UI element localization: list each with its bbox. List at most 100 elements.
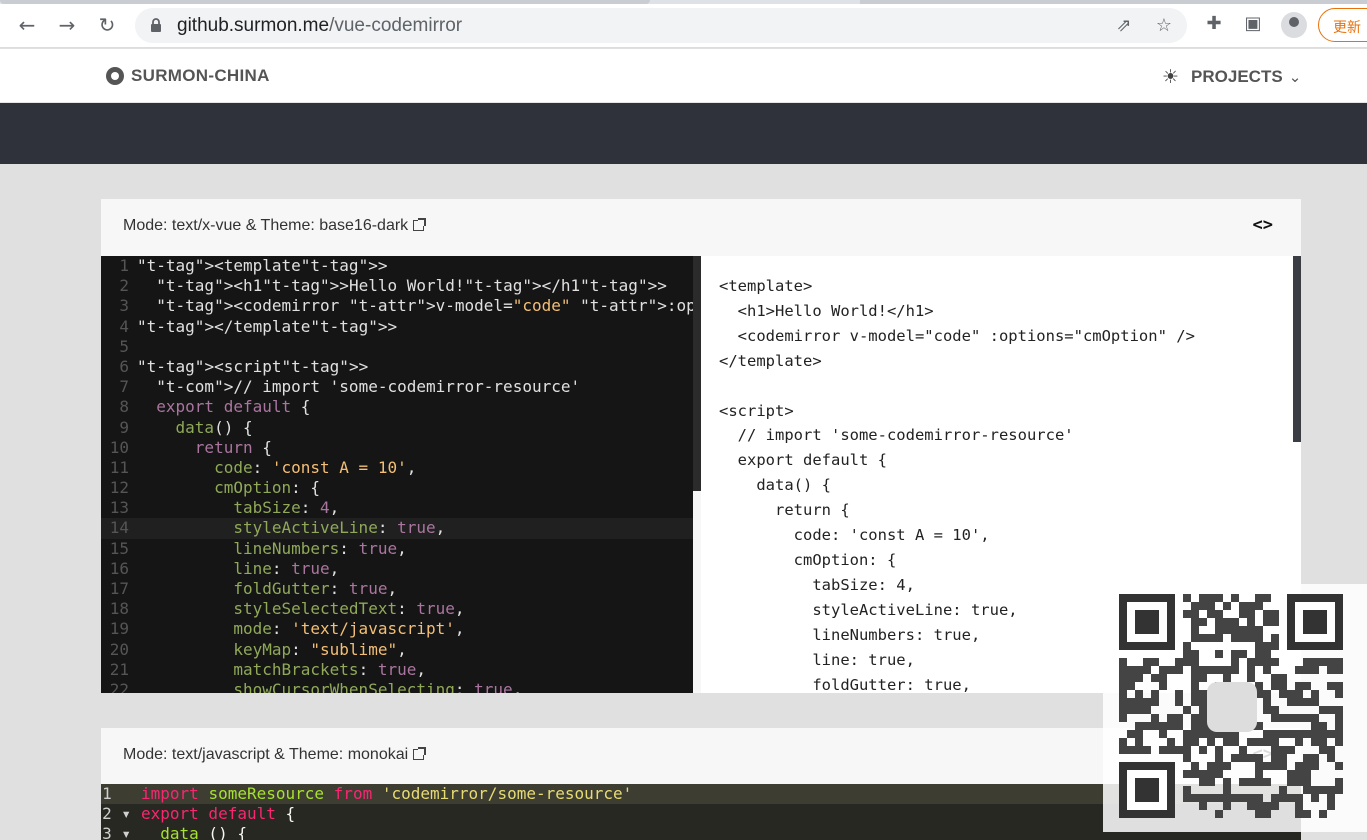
line-number: 21 [109,659,129,679]
line-number: 22 [109,679,129,693]
code-line[interactable]: 7 "t-com">// import 'some-codemirror-res… [101,377,693,397]
code-line[interactable]: 14 styleActiveLine: true, [101,518,693,539]
sidepanel-icon[interactable]: ▣ [1241,12,1265,36]
line-number: 7 [119,377,129,397]
line-number: 4 [119,316,129,336]
github-icon [106,67,124,85]
line-text: mode: 'text/javascript', [233,619,465,639]
code-line[interactable]: 19 mode: 'text/javascript', [101,619,693,639]
code-line[interactable]: 15 lineNumbers: true, [101,539,693,559]
address-bar[interactable]: github.surmon.me/vue-codemirror ⇗ ☆ [135,8,1187,43]
brand-label: SURMON-CHINA [131,66,270,85]
code-line[interactable]: 18 styleSelectedText: true, [101,599,693,619]
line-number: 15 [109,538,129,558]
tab[interactable] [0,0,650,4]
browser-toolbar: ← → ↻ github.surmon.me/vue-codemirror ⇗ … [0,0,1367,48]
code-line[interactable]: 17 foldGutter: true, [101,579,693,599]
line-number: 2 [119,276,129,296]
lock-icon [151,18,161,32]
qr-code-image [1119,594,1343,818]
line-number: 5 [119,336,129,356]
external-link-icon[interactable] [413,747,427,760]
line-text: showCursorWhenSelecting: true, [233,679,523,693]
code-line[interactable]: 2 "t-tag"><h1"t-tag">>Hello World!"t-tag… [101,276,693,296]
code-line[interactable]: 20 keyMap: "sublime", [101,640,693,660]
brand-link[interactable]: SURMON-CHINA [106,66,270,86]
line-number: 1 [102,784,131,803]
line-text: line: true, [233,558,340,578]
line-text: styleActiveLine: true, [233,518,446,538]
site-header: SURMON-CHINA ☀ PROJECTS ⌄ [0,49,1367,103]
url-text: github.surmon.me/vue-codemirror [177,15,463,36]
scrollbar[interactable] [1293,256,1301,442]
line-text: foldGutter: true, [233,579,398,598]
projects-label: PROJECTS [1191,67,1283,86]
code-line[interactable]: 21 matchBrackets: true, [101,660,693,680]
code-line[interactable]: 9 data() { [101,418,693,438]
share-icon[interactable]: ⇗ [1113,15,1135,37]
line-text: export default { [141,804,296,823]
code-line[interactable]: 4 "t-tag"></template"t-tag">> [101,317,693,337]
line-number: 8 [119,397,129,417]
extensions-icon[interactable]: ✚ [1202,12,1226,36]
line-number: 3 [119,296,129,316]
chevron-down-icon: ⌄ [1288,68,1302,86]
profile-icon[interactable] [1281,12,1307,38]
code-line[interactable]: 10 return { [101,438,693,458]
line-number: 1 [119,256,129,275]
line-text: import someResource from 'codemirror/som… [141,784,633,803]
code-line[interactable]: 1 "t-tag"><template"t-tag">> [101,256,693,276]
line-text: code: 'const A = 10', [214,457,417,477]
code-line[interactable]: 12 cmOption: { [101,478,693,498]
line-text: return { [194,437,272,457]
tab[interactable] [860,0,1367,4]
line-number: 20 [109,639,129,659]
line-number: 17 [109,579,129,598]
code-line[interactable]: 16 line: true, [101,559,693,579]
card-title: Mode: text/x-vue & Theme: base16-dark [123,217,409,234]
star-icon[interactable]: ☆ [1153,15,1175,37]
update-button[interactable]: 更新 [1318,8,1367,42]
code-line[interactable]: 8 export default { [101,397,693,417]
line-text: tabSize: 4, [233,498,340,518]
line-text: "t-tag"><codemirror "t-attr">v-model="co… [156,296,693,316]
line-number: 9 [119,417,129,437]
line-text: keyMap: "sublime", [233,639,407,659]
sun-icon[interactable]: ☀ [1162,66,1179,88]
code-line[interactable]: 6 "t-tag"><script"t-tag">> [101,357,693,377]
line-number: 14 [109,518,129,538]
line-text: export default { [156,397,311,417]
line-text: data() { [175,417,253,437]
code-line[interactable]: 13 tabSize: 4, [101,498,693,518]
code-line[interactable]: 22 showCursorWhenSelecting: true, [101,680,693,693]
line-text: "t-com">// import 'some-codemirror-resou… [156,377,581,397]
line-number: 6 [119,356,129,376]
line-text: "t-tag"><template"t-tag">> [137,256,388,275]
code-line[interactable]: 5 [101,337,693,357]
line-text: "t-tag"></template"t-tag">> [137,316,398,336]
codemirror-base16-dark[interactable]: 1 "t-tag"><template"t-tag">> 2 "t-tag"><h1… [101,256,693,693]
reload-icon[interactable]: ↻ [94,12,120,38]
back-icon[interactable]: ← [14,12,40,38]
line-text: lineNumbers: true, [233,538,407,558]
tab-strip [0,0,1367,4]
line-text: styleSelectedText: true, [233,599,465,619]
qr-code [1103,584,1367,832]
external-link-icon[interactable] [413,218,427,231]
code-line[interactable]: 3 "t-tag"><codemirror "t-attr">v-model="… [101,296,693,316]
line-number: 18 [109,599,129,619]
forward-icon[interactable]: → [54,12,80,38]
line-text: "t-tag"><script"t-tag">> [137,356,369,376]
line-text: data () { [160,824,247,840]
line-text: matchBrackets: true, [233,659,426,679]
line-text: "t-tag"><h1"t-tag">>Hello World!"t-tag">… [156,276,667,296]
code-toggle-icon[interactable]: <> [1253,215,1273,235]
hero-banner [0,103,1367,164]
line-number: 19 [109,619,129,639]
line-number: 11 [109,457,129,477]
line-number: 12 [109,478,129,498]
code-line[interactable]: 11 code: 'const A = 10', [101,458,693,478]
line-number: 2 ▾ [102,804,131,823]
line-number: 10 [109,437,129,457]
projects-menu[interactable]: ☀ PROJECTS ⌄ [1162,66,1301,88]
